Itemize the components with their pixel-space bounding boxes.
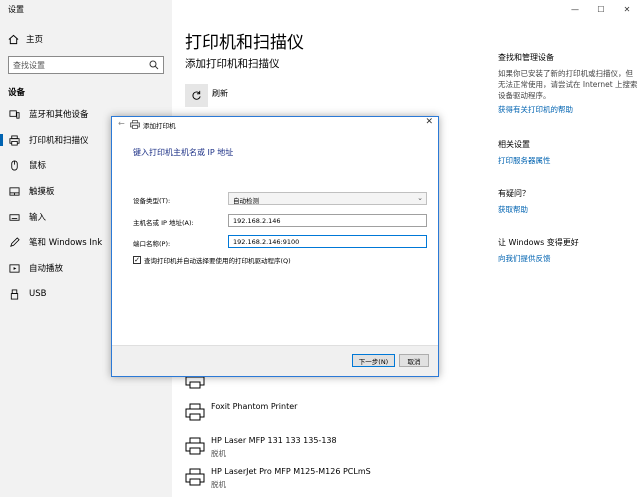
printer-icon [130,120,140,129]
back-button[interactable]: ← [118,119,125,128]
printer-name: HP Laser MFP 131 133 135-138 [211,436,337,445]
dialog-titlebar: ← 添加打印机 ✕ [112,117,438,132]
nav-home[interactable]: 主页 [8,33,43,45]
printer-name: HP LaserJet Pro MFP M125-M126 PCLmS [211,467,371,476]
dialog-close-button[interactable]: ✕ [425,117,433,127]
cancel-button[interactable]: 取消 [399,354,429,367]
touchpad-icon [9,186,20,196]
maximize-button[interactable]: ☐ [588,0,614,18]
port-name-label: 端口名称(P): [133,240,171,248]
hostname-input[interactable]: 192.168.2.146 [228,214,427,227]
refresh-icon [192,90,201,100]
printer-icon [185,403,205,421]
window-title: 设置 [8,5,24,14]
printer-status: 脱机 [211,480,226,489]
dialog-title: 添加打印机 [143,122,176,130]
related-settings-heading: 相关设置 [498,140,530,149]
printer-icon [9,135,20,145]
printer-item[interactable]: HP Laser MFP 131 133 135-138 脱机 [185,436,337,459]
nav-home-label: 主页 [26,35,44,45]
improve-windows-heading: 让 Windows 变得更好 [498,238,579,247]
printer-name: Foxit Phantom Printer [211,402,298,411]
dialog-heading: 键入打印机主机名或 IP 地址 [133,148,234,157]
port-name-input[interactable]: 192.168.2.146:9100 [228,235,427,248]
add-printer-heading: 添加打印机和扫描仪 [185,58,280,70]
search-placeholder: 查找设置 [13,61,45,70]
checkbox-label: 查询打印机并自动选择要使用的打印机驱动程序(Q) [144,257,291,265]
find-manage-text: 如果你已安装了新的打印机或扫描仪，但无法正常使用，请尝试在 Internet 上… [498,69,638,100]
printer-status: 脱机 [211,449,226,458]
checkbox-box[interactable]: ✓ [133,256,141,264]
home-icon [8,34,19,44]
search-input[interactable]: 查找设置 [8,56,164,74]
add-printer-dialog: ← 添加打印机 ✕ 键入打印机主机名或 IP 地址 设备类型(T): 自动检测 … [111,116,439,377]
refresh-button[interactable] [185,84,208,107]
minimize-button[interactable]: — [562,0,588,18]
sidebar-item-label: 笔和 Windows Ink [29,238,103,248]
sidebar-item-label: 打印机和扫描仪 [29,136,89,146]
close-window-button[interactable]: ✕ [614,0,640,18]
chevron-down-icon: ⌄ [417,194,423,202]
find-manage-heading: 查找和管理设备 [498,53,554,62]
printer-item[interactable]: HP LaserJet Pro MFP M125-M126 PCLmS 脱机 [185,467,371,490]
related-panel: 查找和管理设备 如果你已安装了新的打印机或扫描仪，但无法正常使用，请尝试在 In… [498,52,638,264]
hostname-label: 主机名或 IP 地址(A): [133,219,194,227]
dialog-footer: 下一步(N) 取消 [112,345,438,376]
questions-heading: 有疑问？ [498,189,530,198]
usb-icon [10,289,19,299]
window-controls: — ☐ ✕ [562,0,640,18]
section-heading-devices: 设备 [8,88,26,98]
printer-icon [185,468,205,486]
hostname-value: 192.168.2.146 [233,217,281,225]
print-server-properties-link[interactable]: 打印服务器属性 [498,155,638,166]
page-title: 打印机和扫描仪 [185,33,304,53]
device-type-select[interactable]: 自动检测 ⌄ [228,192,427,205]
sidebar-item-label: 输入 [29,213,47,223]
keyboard-icon [9,213,20,221]
sidebar-item-label: USB [29,289,47,299]
search-icon [149,60,159,70]
query-printer-checkbox[interactable]: ✓ 查询打印机并自动选择要使用的打印机驱动程序(Q) [133,255,291,265]
sidebar-item-label: 触摸板 [29,187,55,197]
next-button[interactable]: 下一步(N) [352,354,395,367]
mouse-icon [11,160,18,170]
refresh-label: 刷新 [212,89,228,98]
device-type-label: 设备类型(T): [133,197,171,205]
feedback-link[interactable]: 向我们提供反馈 [498,253,638,264]
sidebar-item-label: 自动播放 [29,264,64,274]
port-name-value: 192.168.2.146:9100 [233,238,300,246]
get-help-link[interactable]: 获取帮助 [498,204,638,215]
pen-icon [10,236,20,247]
sidebar-item-label: 蓝牙和其他设备 [29,110,89,120]
autoplay-icon [9,263,20,273]
printer-item[interactable]: Foxit Phantom Printer [185,402,297,421]
checkmark-icon: ✓ [134,255,140,264]
printer-help-link[interactable]: 获得有关打印机的帮助 [498,104,638,115]
bluetooth-devices-icon [9,109,20,119]
printer-icon [185,437,205,455]
sidebar-item-label: 鼠标 [29,161,47,171]
device-type-value: 自动检测 [233,197,259,205]
